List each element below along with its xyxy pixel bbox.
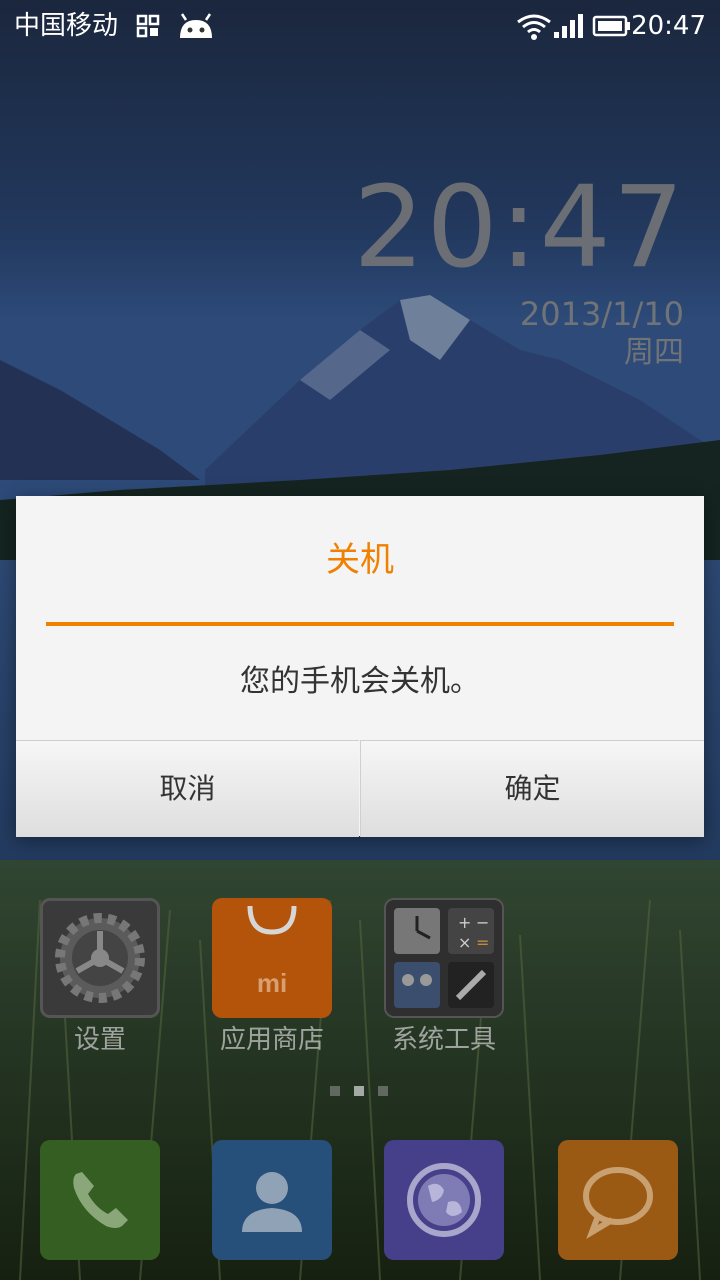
contacts-icon bbox=[212, 1172, 332, 1264]
dock-browser[interactable] bbox=[384, 1140, 504, 1260]
dock-phone[interactable] bbox=[40, 1140, 160, 1260]
clock-widget-weekday: 周四 bbox=[624, 335, 684, 370]
app-store[interactable]: mi 应用商店 bbox=[192, 898, 352, 1068]
svg-text:×: × bbox=[458, 933, 471, 952]
dialog-message: 您的手机会关机。 bbox=[240, 664, 480, 699]
status-bar: 中国移动 20:47 bbox=[0, 0, 720, 54]
android-icon bbox=[176, 12, 216, 44]
wifi-icon bbox=[516, 12, 552, 44]
signal-icon bbox=[552, 12, 584, 44]
settings-gear-icon bbox=[40, 898, 160, 1018]
page-dot-active bbox=[354, 1086, 364, 1096]
svg-text:=: = bbox=[476, 933, 489, 952]
app-settings[interactable]: 设置 bbox=[20, 898, 180, 1068]
page-dot bbox=[378, 1086, 388, 1096]
app-label: 系统工具 bbox=[391, 1025, 496, 1055]
dock-messages[interactable] bbox=[558, 1140, 678, 1260]
confirm-button[interactable]: 确定 bbox=[360, 740, 704, 837]
carrier-name: 中国移动 bbox=[14, 11, 119, 41]
dialog-title: 关机 bbox=[326, 540, 394, 580]
battery-icon bbox=[592, 12, 632, 44]
shutdown-dialog: 关机 您的手机会关机。 取消 确定 bbox=[16, 496, 704, 837]
svg-text:−: − bbox=[476, 913, 489, 932]
browser-globe-icon bbox=[384, 1163, 504, 1264]
system-tools-folder-icon: + − × = bbox=[384, 898, 504, 1018]
clock-widget-date: 2013/1/10 bbox=[519, 295, 684, 333]
status-time: 20:47 bbox=[631, 11, 706, 41]
app-store-bag-icon: mi bbox=[212, 898, 332, 1018]
messages-icon bbox=[558, 1167, 678, 1264]
qr-code-icon bbox=[136, 12, 160, 44]
app-label: 设置 bbox=[73, 1025, 126, 1055]
svg-text:mi: mi bbox=[257, 968, 287, 998]
app-label: 应用商店 bbox=[219, 1025, 324, 1055]
page-dot bbox=[330, 1086, 340, 1096]
svg-text:+: + bbox=[458, 913, 471, 932]
page-indicator bbox=[326, 1086, 396, 1098]
cancel-button[interactable]: 取消 bbox=[16, 740, 359, 837]
app-folder-system-tools[interactable]: + − × = 系统工具 bbox=[364, 898, 524, 1068]
clock-widget-time[interactable]: 20:47 bbox=[353, 168, 686, 288]
dock-contacts[interactable] bbox=[212, 1140, 332, 1260]
phone-icon bbox=[40, 1172, 160, 1264]
